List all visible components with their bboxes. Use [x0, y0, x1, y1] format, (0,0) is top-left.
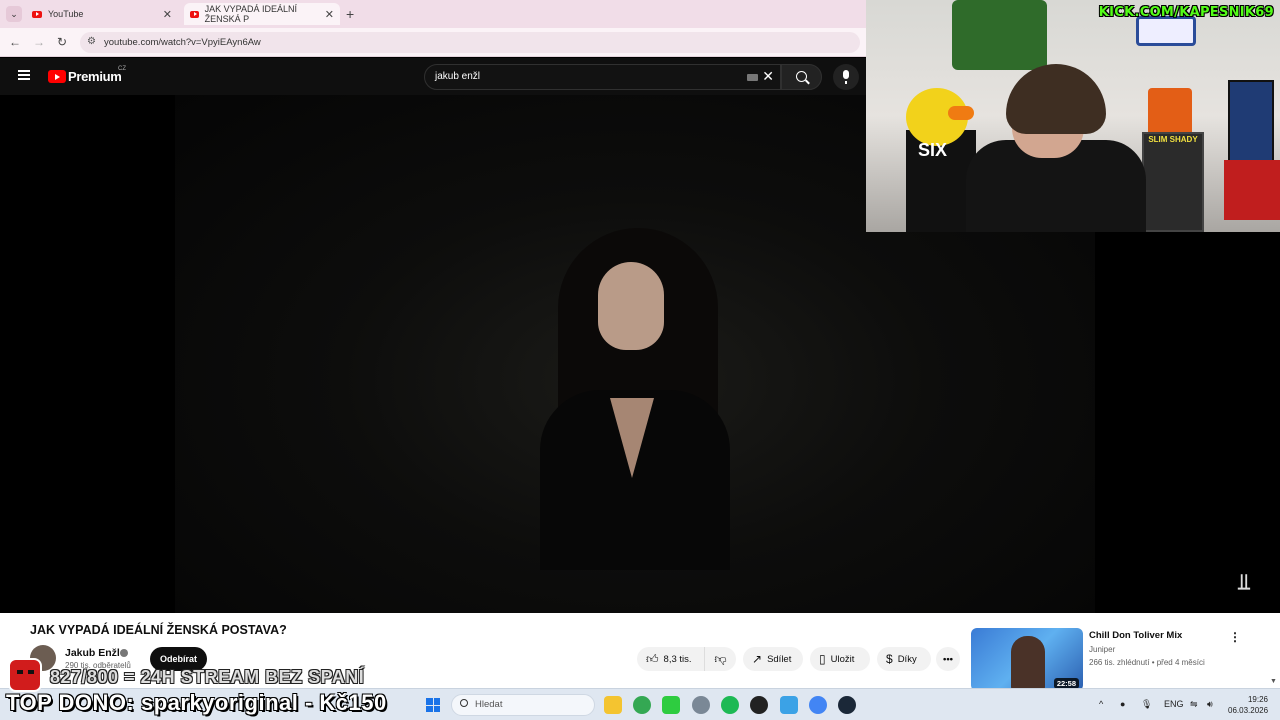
wall-shelf-plants [952, 0, 1047, 70]
back-icon[interactable]: ← [9, 35, 21, 49]
chrome-icon[interactable] [633, 696, 651, 714]
wall-jersey [1148, 88, 1192, 136]
close-tab-icon[interactable]: ✕ [163, 8, 172, 21]
save-label: Uložit [830, 653, 855, 665]
steam-icon[interactable] [838, 696, 856, 714]
search-input[interactable]: jakub enžl ✕ [424, 64, 781, 90]
wall-picture [1228, 80, 1274, 172]
search-button[interactable] [781, 64, 822, 90]
settings-icon[interactable] [692, 696, 710, 714]
clear-search-icon[interactable]: ✕ [762, 68, 774, 85]
system-clock[interactable]: 19:26 06.03.2026 [1228, 694, 1268, 716]
chrome-profile-icon[interactable] [809, 696, 827, 714]
tab-video[interactable]: JAK VYPADÁ IDEÁLNÍ ŽENSKÁ P ✕ [184, 3, 340, 25]
region-code: CZ [118, 66, 126, 72]
menu-icon[interactable] [18, 70, 30, 80]
forward-icon[interactable]: → [33, 35, 45, 49]
taskbar-search-placeholder: Hledat [475, 699, 503, 710]
recommendation-menu-icon[interactable]: ⋮ [1229, 630, 1241, 644]
like-count: 8,3 tis. [663, 653, 692, 665]
recommendation-meta: 266 tis. zhlédnutí • před 4 měsíci [1089, 658, 1205, 667]
voice-search-button[interactable] [833, 64, 859, 90]
video-subject-neckline [610, 398, 654, 478]
obs-icon[interactable] [750, 696, 768, 714]
screen: ⌄ YouTube ✕ JAK VYPADÁ IDEÁLNÍ ŽENSKÁ P … [0, 0, 1280, 720]
tab-label: YouTube [48, 9, 84, 19]
dislike-button[interactable]: 👎︎ [704, 647, 736, 671]
youtube-header: Premium CZ jakub enžl ✕ [0, 58, 866, 95]
network-icon[interactable]: ⇋ [1190, 699, 1198, 710]
tab-label: JAK VYPADÁ IDEÁLNÍ ŽENSKÁ P [204, 4, 297, 24]
keyboard-icon[interactable] [747, 74, 758, 81]
url-text: youtube.com/watch?v=VpyiEAyn6Aw [104, 37, 261, 48]
recommendation-thumbnail[interactable]: 22:58 [971, 628, 1083, 691]
thanks-button[interactable]: $ Díky [877, 647, 931, 671]
stream-mascot-icon [8, 658, 42, 692]
recommendation-title[interactable]: Chill Don Toliver Mix [1089, 630, 1182, 641]
mini-basketball-hoop [1136, 16, 1196, 46]
poster-text: SLIM SHADY [1148, 135, 1198, 144]
search-value: jakub enžl [435, 71, 481, 82]
shirt-text: SIX [918, 140, 948, 160]
volume-icon[interactable]: 🔊︎ [1207, 699, 1213, 710]
like-button[interactable]: 👍︎ 8,3 tis. [637, 647, 704, 671]
youtube-logo-icon[interactable] [48, 70, 66, 83]
kick-channel-label: KICK.COM/KAPESNIK69 [1098, 5, 1274, 20]
tray-app-icon[interactable]: ● [1120, 699, 1125, 709]
kick-app-icon[interactable] [662, 696, 680, 714]
thumbs-down-icon: 👎︎ [714, 651, 727, 666]
search-icon [460, 699, 468, 707]
taskbar-search[interactable]: Hledat [451, 694, 595, 716]
tray-overflow-icon[interactable]: ^ [1099, 699, 1103, 709]
recommendation-channel[interactable]: Juniper [1089, 645, 1115, 654]
thanks-label: Díky [897, 653, 917, 665]
video-title: JAK VYPADÁ IDEÁLNÍ ŽENSKÁ POSTAVA? [30, 623, 287, 637]
youtube-favicon-icon [190, 10, 199, 18]
spotify-icon[interactable] [721, 696, 739, 714]
new-tab-button[interactable]: + [346, 6, 354, 22]
thumbnail-person [1011, 636, 1045, 691]
save-button[interactable]: ▯ Uložit [810, 647, 870, 671]
start-button[interactable] [426, 698, 440, 712]
streamer-facecam: SLIM SHADY SIX KICK.COM/KAPESNIK69 [866, 0, 1280, 232]
file-explorer-icon[interactable] [604, 696, 622, 714]
tray-mic-icon[interactable]: 🎙︎ [1141, 699, 1152, 710]
duck-beak [948, 106, 974, 120]
video-subject-face [598, 262, 664, 350]
channel-watermark-icon[interactable]: ⫫ [1238, 569, 1260, 595]
clock-time: 19:26 [1247, 695, 1268, 704]
microphone-icon [843, 70, 849, 84]
wall-poster [1142, 132, 1204, 232]
share-icon: ↗ [752, 652, 763, 666]
bookmark-icon: ▯ [819, 652, 826, 666]
stream-goal-text: 827/800 = 24H STREAM BEZ SPANÍ [50, 667, 365, 687]
super-thanks-icon: $ [886, 652, 893, 666]
app-icon[interactable] [780, 696, 798, 714]
close-tab-icon[interactable]: ✕ [325, 8, 334, 21]
reload-icon[interactable]: ↻ [57, 35, 67, 49]
top-donation-text: TOP DONO: sparkyoriginal - Kč150 [6, 690, 387, 715]
scroll-down-arrow[interactable]: ▼ [1270, 678, 1277, 685]
more-actions-button[interactable]: ••• [936, 647, 960, 671]
verified-icon [120, 649, 128, 657]
tab-youtube[interactable]: YouTube ✕ [26, 3, 178, 25]
youtube-favicon-icon [32, 10, 42, 18]
url-field[interactable]: ⚙ youtube.com/watch?v=VpyiEAyn6Aw [80, 32, 860, 53]
sneaker-shelf [1224, 160, 1280, 220]
search-icon [796, 71, 807, 82]
browser-tab-bar: ⌄ YouTube ✕ JAK VYPADÁ IDEÁLNÍ ŽENSKÁ P … [0, 0, 866, 28]
input-language[interactable]: ENG [1164, 699, 1184, 709]
site-info-icon[interactable]: ⚙ [87, 36, 96, 47]
channel-name[interactable]: Jakub Enžl [65, 647, 120, 659]
address-bar-row: ← → ↻ ⚙ youtube.com/watch?v=VpyiEAyn6Aw [0, 28, 866, 57]
youtube-brand[interactable]: Premium [68, 69, 122, 84]
clock-date: 06.03.2026 [1228, 706, 1269, 715]
share-button[interactable]: ↗ Sdílet [743, 647, 803, 671]
wall-letters [866, 44, 906, 124]
streamer-hair [1006, 64, 1106, 134]
share-label: Sdílet [767, 653, 792, 665]
tab-search-button[interactable]: ⌄ [6, 6, 22, 22]
thumbs-up-icon: 👍︎ [646, 651, 659, 666]
